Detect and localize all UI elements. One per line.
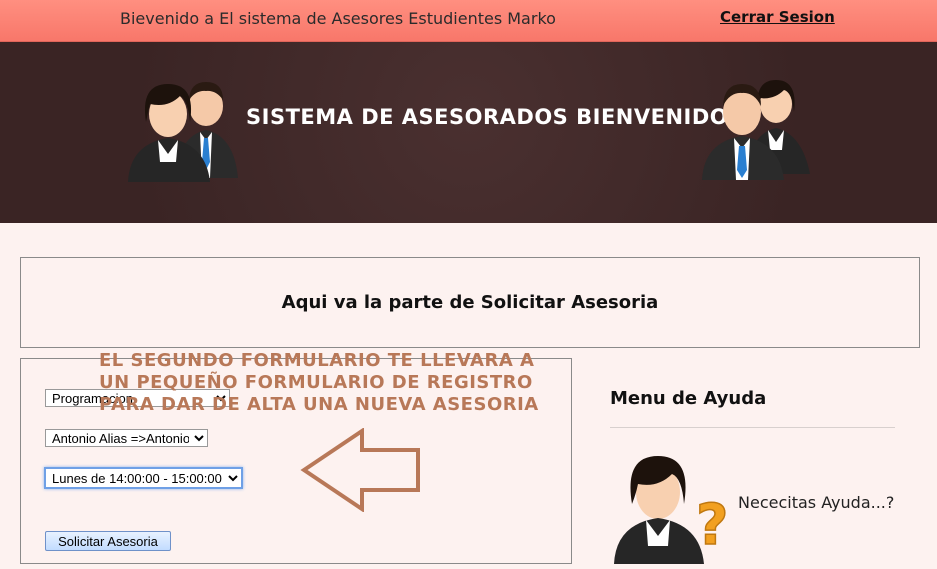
top-bar: Bievenido a El sistema de Asesores Estud…	[0, 0, 937, 42]
header-title: SISTEMA DE ASESORADOS BIENVENIDO	[246, 105, 729, 129]
business-people-icon	[128, 82, 238, 182]
help-divider	[610, 427, 895, 428]
section-header-box: Aqui va la parte de Solicitar Asesoria	[20, 257, 920, 348]
help-text[interactable]: Nececitas Ayuda...?	[738, 493, 894, 512]
horario-select[interactable]: Lunes de 14:00:00 - 15:00:00	[44, 467, 243, 489]
header-banner: SISTEMA DE ASESORADOS BIENVENIDO	[0, 42, 937, 223]
help-menu-title: Menu de Ayuda	[610, 388, 767, 409]
business-people-icon	[702, 80, 810, 180]
section-title: Aqui va la parte de Solicitar Asesoria	[281, 292, 659, 313]
svg-text:?: ?	[696, 493, 728, 558]
annotation-text: EL SEGUNDO FORMULARIO TE LLEVARA A UN PE…	[99, 350, 539, 415]
help-person-icon: ?	[614, 456, 729, 564]
asesor-select[interactable]: Antonio Alias =>Antonio	[45, 429, 208, 447]
logout-link[interactable]: Cerrar Sesion	[720, 8, 835, 26]
solicitar-asesoria-button[interactable]: Solicitar Asesoria	[45, 531, 171, 551]
welcome-message: Bievenido a El sistema de Asesores Estud…	[120, 9, 556, 28]
arrow-left-icon	[300, 428, 420, 512]
